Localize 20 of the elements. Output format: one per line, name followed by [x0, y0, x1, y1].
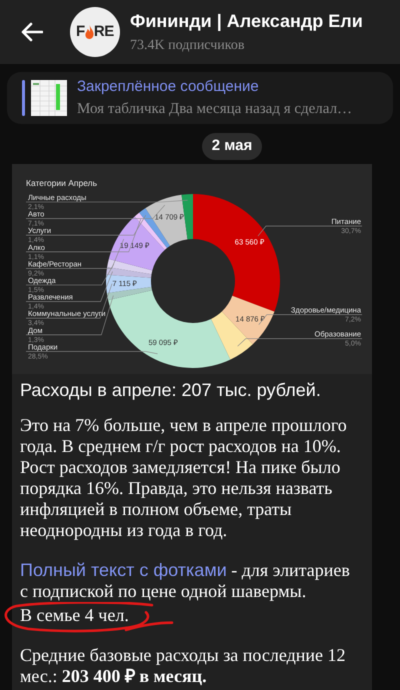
pinned-preview: Моя табличка Два месяца назад я сделал…	[77, 100, 352, 119]
back-arrow-icon	[21, 22, 43, 42]
full-text-link[interactable]: Полный текст с фотками	[20, 560, 227, 580]
chart-title: Категории Апрель	[26, 178, 98, 188]
message-paragraph: Средние базовые расходы за последние 12 мес.: 203 400 ₽ в месяц.	[20, 644, 347, 686]
message-heading: Расходы в апреле: 207 тыс. рублей.	[20, 380, 322, 400]
family-note: В семье 4 чел.	[20, 604, 129, 626]
flame-icon	[84, 25, 94, 39]
message-paragraph: Это на 7% больше, чем в апреле прошлого года. В среднем г/г рост расходов на 10%. Рост расходов замедляется! На пике было порядка 16%. Правда, это нельзя назвать инфляцией в полном объеме, траты неоднородны из года в год.	[20, 414, 348, 540]
back-button[interactable]	[20, 20, 44, 44]
channel-title: Фининди | Александр Ели	[130, 10, 363, 33]
logo-letter: F	[76, 22, 85, 42]
subscriber-count: 73.4K подписчиков	[130, 37, 246, 55]
pinned-message-bar[interactable]: Закреплённое сообщение Моя табличка Два месяца назад я сделал…	[7, 72, 393, 124]
logo-letters: RE	[94, 22, 114, 42]
message-paragraph: Полный текст с фотками - для элитариев с подпиской по цене одной шавермы.	[20, 560, 351, 602]
channel-avatar[interactable]: F RE	[70, 7, 120, 57]
date-badge: 2 мая	[202, 133, 262, 160]
spreadsheet-thumbnail-icon	[31, 80, 67, 116]
pinned-title: Закреплённое сообщение	[77, 76, 260, 96]
